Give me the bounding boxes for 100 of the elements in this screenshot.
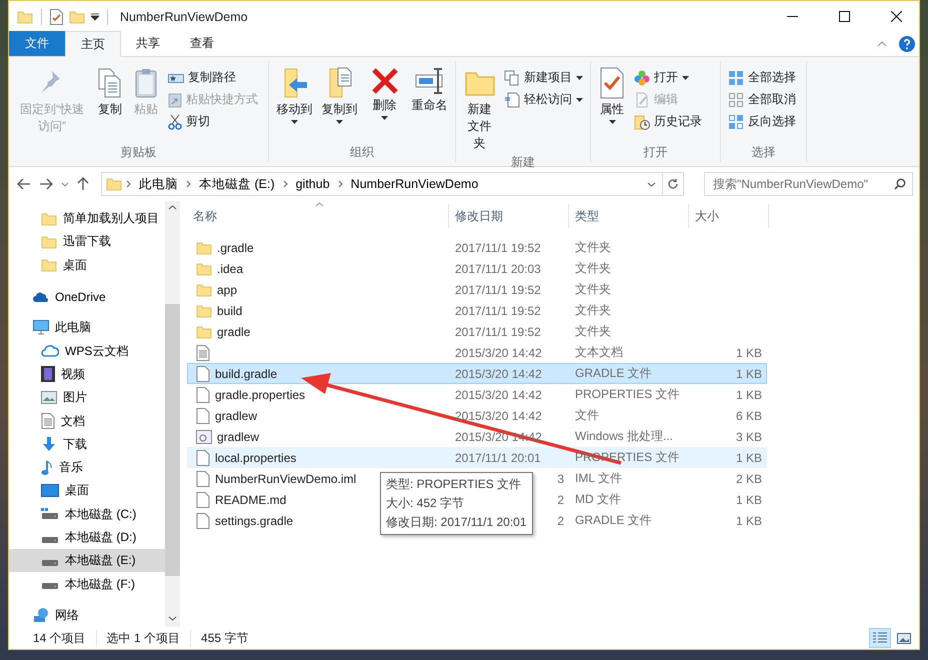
details-view-button[interactable] [869,628,891,648]
file-icon [196,408,210,424]
ribbon-button[interactable]: 新建文件夹 [460,65,499,154]
ribbon-button[interactable]: 全部选择 [725,67,799,88]
caret-icon [381,116,388,120]
film-icon [41,366,55,382]
file-name: .idea [217,262,244,276]
type-cell-text: MD 文件 [574,491,622,508]
sidebar-item[interactable]: OneDrive [9,284,165,308]
select-none-icon [728,92,744,108]
scrollbar[interactable] [165,201,180,627]
image-icon [41,391,57,404]
ribbon-button[interactable]: 历史记录 [631,111,705,132]
cloud-icon [33,290,49,303]
sidebar-item[interactable]: 本地磁盘 (D:) [9,526,165,550]
selected-row[interactable]: build.gradle 2015/3/20 14:42 GRADLE 文件 1 KB [187,363,767,384]
ribbon-button[interactable]: 属性 [595,65,629,144]
ribbon-button[interactable]: 复制路径 [165,67,261,88]
ribbon-button[interactable]: 轻松访问 [501,89,586,110]
date-cell-text: 2017/11/1 20:03 [454,262,542,276]
ribbon-button[interactable]: 剪切 [165,111,261,132]
sidebar-item[interactable]: 图片 [9,386,165,410]
ribbon-button[interactable]: 复制到 [318,65,361,144]
sidebar-item[interactable]: 本地磁盘 (F:) [9,572,165,596]
file-icon [196,366,210,382]
ribbon-button[interactable]: 复制 [93,65,127,144]
file-menu-button[interactable]: 文件 [9,31,65,56]
ribbon-button[interactable]: 移动到 [273,65,316,144]
text-file-icon [41,413,55,430]
column-header[interactable]: 类型 [569,204,689,228]
forward-button[interactable] [39,178,53,190]
ribbon-button[interactable]: 删除 [363,65,406,144]
new-item-icon [504,70,520,86]
ribbon-button[interactable]: 全部取消 [725,89,799,110]
ribbon-tab[interactable]: 主页 [65,31,121,57]
caret-icon [682,76,689,80]
address-bar[interactable]: 此电脑 本地磁盘 (E:) github NumberRunViewDemo [101,172,684,196]
folder-icon [17,8,33,24]
recent-button[interactable] [61,182,69,186]
date-cell-text: 2015/3/20 14:42 [454,388,543,402]
invert-selection-icon [728,114,744,130]
caret-icon [608,120,616,124]
sidebar-item[interactable]: 文档 [9,409,165,433]
sidebar-item[interactable]: 下载 [9,432,165,456]
size-cell-text: 6 KB [734,408,763,422]
file-name: local.properties [215,450,296,464]
drive-icon [41,508,59,520]
ribbon-button[interactable]: 反向选择 [725,111,799,132]
sidebar-item[interactable]: 视频 [9,362,165,386]
music-note-icon [41,460,53,476]
caret-icon [576,76,583,80]
column-header[interactable]: 修改日期 [449,204,569,228]
file-name: gradle.properties [215,388,306,402]
breadcrumb[interactable]: NumberRunViewDemo [346,177,482,191]
column-header[interactable]: 大小 [689,204,769,228]
edit-icon [634,92,650,108]
search-field[interactable]: 搜索"NumberRunViewDemo" [704,172,913,196]
up-button[interactable] [77,177,89,191]
date-cell-text: 3 [557,472,565,486]
sidebar-item[interactable]: 此电脑 [9,316,165,340]
column-header[interactable]: 名称 [187,204,449,228]
back-button[interactable] [17,178,31,190]
forward-arrow-icon [39,178,53,190]
sidebar-item[interactable]: 本地磁盘 (C:) [9,502,165,526]
ribbon-button[interactable]: 重命名 [408,65,451,144]
tooltip-line: 类型: PROPERTIES 文件 [386,476,522,493]
type-cell-text: IML 文件 [574,470,623,487]
sidebar-item[interactable]: 简单加载别人项目 [9,207,165,230]
folder-icon [41,257,57,274]
sidebar-item[interactable]: 本地磁盘 (E:) [9,549,165,572]
sidebar-item[interactable]: 桌面 [9,479,165,503]
properties-button[interactable] [50,6,63,26]
type-cell-text: GRADLE 文件 [574,512,653,529]
chevron-up-icon [168,205,177,210]
download-icon [41,436,57,452]
breadcrumb[interactable]: 此电脑 [135,176,182,192]
folder-icon [196,260,212,276]
type-cell-text: 文件夹 [574,239,612,256]
sidebar-item[interactable]: 桌面 [9,254,165,277]
file-icon [196,512,210,528]
caret-icon [61,182,69,186]
ribbon-button[interactable]: 新建项目 [501,67,586,88]
status-text: 455 字节 [200,630,250,646]
caret-icon [91,12,99,20]
file-name: .gradle [217,240,254,254]
path-icon [168,72,184,84]
clover-icon [634,70,650,86]
sidebar-item[interactable]: 音乐 [9,456,165,480]
ribbon-button[interactable]: 打开 [631,67,705,88]
size-cell-text: 1 KB [734,514,763,528]
group-label: 组织 [349,144,375,161]
sidebar-item[interactable]: 迅雷下载 [9,230,165,254]
sidebar-item[interactable]: 网络 [9,604,165,628]
breadcrumb[interactable]: github [292,177,334,191]
breadcrumb[interactable]: 本地磁盘 (E:) [195,176,279,192]
sidebar-item[interactable]: WPS云文档 [9,339,165,363]
scissors-icon [168,114,182,130]
group-label: 选择 [750,144,776,161]
help-button[interactable] [899,34,915,54]
chevron-icon [186,180,191,188]
